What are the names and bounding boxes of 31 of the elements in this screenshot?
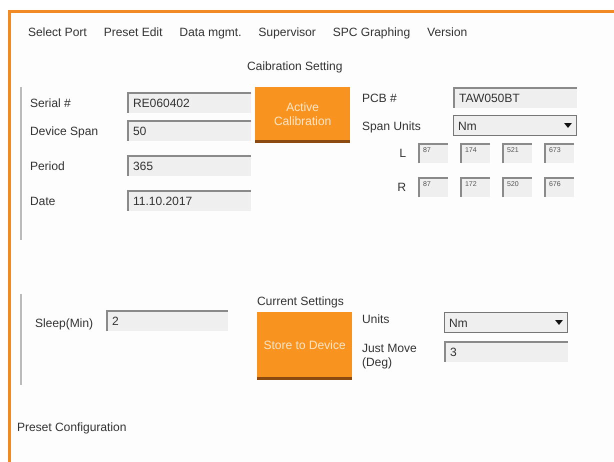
section-title: Current Settings: [257, 294, 345, 308]
text-field[interactable]: 3: [444, 341, 568, 362]
field-label: Sleep(Min): [35, 316, 94, 330]
menu-item[interactable]: Data mgmt.: [179, 25, 242, 39]
menu-item[interactable]: Preset Edit: [104, 25, 162, 39]
menu-item[interactable]: Supervisor: [258, 25, 316, 39]
field-label: Device Span: [30, 124, 100, 138]
dropdown[interactable]: Nm: [444, 312, 568, 333]
field-label: Just Move (Deg): [362, 341, 418, 369]
field-label: Period: [30, 158, 66, 172]
section-title: Caibration Setting: [247, 59, 344, 73]
text-field[interactable]: RE060402: [127, 92, 251, 113]
channel-label: L: [398, 146, 406, 160]
dropdown[interactable]: Nm: [453, 115, 577, 136]
field-label: Units: [362, 312, 390, 326]
text-field[interactable]: 365: [127, 155, 251, 176]
channel-label: R: [396, 180, 406, 194]
menu-item[interactable]: Select Port: [28, 25, 87, 39]
field-label: Date: [30, 194, 56, 208]
menu-item[interactable]: SPC Graphing: [332, 25, 410, 39]
field-label: PCB #: [362, 90, 398, 104]
text-field[interactable]: 11.10.2017: [127, 190, 251, 211]
caret-icon: [555, 320, 563, 325]
field-label: Span Units: [362, 118, 422, 132]
field-label: Serial #: [30, 96, 72, 110]
caret-icon: [564, 123, 572, 128]
text-field[interactable]: TAW050BT: [453, 87, 577, 108]
menu-item[interactable]: Version: [427, 25, 468, 39]
text-field[interactable]: 2: [106, 310, 228, 331]
text-field[interactable]: 50: [127, 120, 251, 141]
section-title: Preset Configuration: [17, 420, 128, 434]
